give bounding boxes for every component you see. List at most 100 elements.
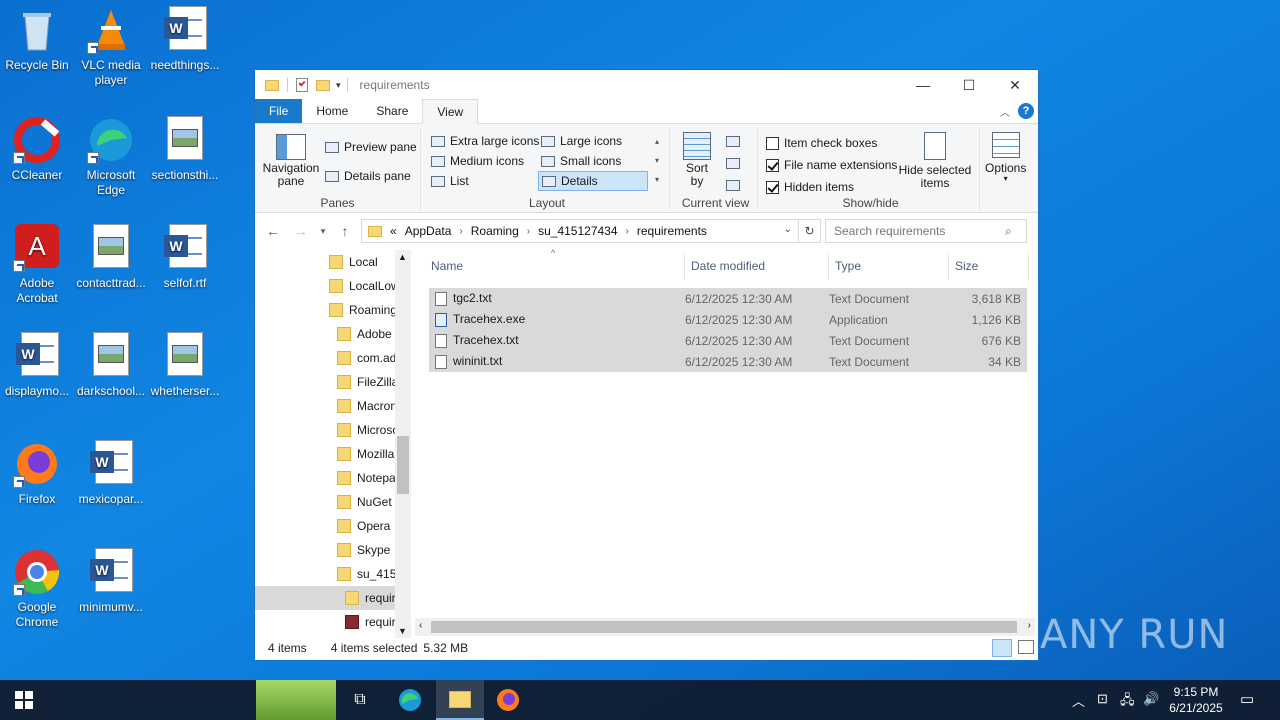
hide-selected-items-button[interactable]: Hide selected items [898,132,972,190]
breadcrumb-separator-icon[interactable]: › [527,226,530,237]
layout-scroll-icon[interactable]: ▴ ▾ ▾ [651,132,663,190]
adobe-acrobat-shortcut[interactable]: A Adobe Acrobat [0,218,74,306]
add-columns-icon[interactable] [726,158,740,169]
options-button[interactable]: Options ▾ [985,132,1026,183]
nav-item[interactable]: Opera [255,514,411,538]
layout-extra-large-icons[interactable]: Extra large icons [431,134,539,148]
file-row[interactable]: Tracehex.txt 6/12/2025 12:30 AM Text Doc… [429,330,1027,351]
nav-item[interactable]: LocalLow [255,274,411,298]
nav-item-selected[interactable]: requir [255,586,411,610]
item-check-boxes-toggle[interactable]: Item check boxes [766,136,877,150]
nav-item[interactable]: NuGet [255,490,411,514]
taskbar-firefox[interactable] [484,680,532,720]
tab-home[interactable]: Home [302,99,362,123]
preview-pane-button[interactable]: Preview pane [325,140,417,154]
nav-item[interactable]: Notepa [255,466,411,490]
group-by-icon[interactable] [726,136,740,147]
quick-access-dropdown-icon[interactable]: ▾ [336,80,341,91]
details-view-icon[interactable] [992,639,1012,657]
tab-share[interactable]: Share [362,99,422,123]
recent-locations-icon[interactable]: ▾ [315,226,331,237]
forward-button[interactable]: → [287,223,315,239]
breadcrumb-su-folder[interactable]: su_415127434 [538,224,617,238]
file-row[interactable]: Tracehex.exe 6/12/2025 12:30 AM Applicat… [429,309,1027,330]
ccleaner-shortcut[interactable]: CCleaner [0,110,74,183]
up-button[interactable]: ↑ [331,223,359,239]
breadcrumb-separator-icon[interactable]: › [459,226,462,237]
clock[interactable]: 9:15 PM 6/21/2025 [1166,684,1226,716]
breadcrumb-appdata[interactable]: AppData [405,224,452,238]
hidden-items-toggle[interactable]: Hidden items [766,180,854,194]
maximize-button[interactable]: ☐ [946,70,992,100]
scroll-down-icon[interactable]: ▼ [398,626,407,636]
hidden-items-checkbox[interactable] [766,180,779,194]
column-header-size[interactable]: Size [949,253,1029,279]
address-bar[interactable]: « AppData › Roaming › su_415127434 › req… [361,219,821,243]
show-hidden-icons-icon[interactable]: ︿ [1072,691,1085,710]
search-input[interactable]: Search requirements [825,219,1027,243]
horizontal-scroll-thumb[interactable] [431,621,1017,633]
microsoft-edge-shortcut[interactable]: Microsoft Edge [74,110,148,198]
nav-item[interactable]: Skype [255,538,411,562]
network-adapter-icon[interactable]: ⊡ [1097,691,1108,707]
navigation-pane-button[interactable]: Navigation pane [261,134,321,188]
contacttrad-file[interactable]: contacttrad... [74,218,148,291]
breadcrumb-separator-icon[interactable]: › [626,226,629,237]
properties-icon[interactable] [296,78,308,92]
minimize-button[interactable]: — [900,70,946,100]
close-button[interactable]: ✕ [992,70,1038,100]
tab-file[interactable]: File [255,99,303,123]
new-folder-icon[interactable] [316,79,330,91]
layout-details[interactable]: Details [538,171,648,191]
sort-by-button[interactable]: Sort by [682,132,712,188]
file-row[interactable]: wininit.txt 6/12/2025 12:30 AM Text Docu… [429,351,1027,372]
title-bar[interactable]: ▾ requirements — ☐ ✕ [255,70,1038,100]
nav-item[interactable]: com.ad [255,346,411,370]
collapse-ribbon-icon[interactable]: ︿ [1000,104,1010,119]
task-view-button[interactable]: ⧉ [336,680,384,720]
details-pane-button[interactable]: Details pane [325,169,411,183]
google-chrome-shortcut[interactable]: Google Chrome [0,542,74,630]
nav-item[interactable]: su_415 [255,562,411,586]
refresh-icon[interactable]: ↻ [798,220,820,242]
nav-item[interactable]: FileZilla [255,370,411,394]
network-icon[interactable]: 🖧 [1120,691,1135,713]
large-icons-view-icon[interactable] [1018,640,1034,654]
layout-medium-icons[interactable]: Medium icons [431,154,524,168]
nav-pane-scroll-thumb[interactable] [397,436,409,494]
address-dropdown-icon[interactable]: ⌄ [784,224,792,235]
file-list-horizontal-scrollbar[interactable]: ‹ › [415,618,1035,636]
file-name-extensions-checkbox[interactable] [766,158,779,172]
search-flowers-image[interactable] [256,680,336,720]
firefox-shortcut[interactable]: Firefox [0,434,74,507]
layout-large-icons[interactable]: Large icons [541,134,622,148]
nav-item[interactable]: Mozilla [255,442,411,466]
nav-item[interactable]: Roaming [255,298,411,322]
nav-item[interactable]: Adobe [255,322,411,346]
vlc-shortcut[interactable]: VLC media player [74,0,148,88]
selfof-file[interactable]: W selfof.rtf [148,218,222,291]
whetherser-file[interactable]: whetherser... [148,326,222,399]
breadcrumb-overflow[interactable]: « [390,224,397,238]
minimumv-file[interactable]: W minimumv... [74,542,148,615]
file-name-extensions-toggle[interactable]: File name extensions [766,158,897,172]
layout-small-icons[interactable]: Small icons [541,154,621,168]
mexicopar-file[interactable]: W mexicopar... [74,434,148,507]
layout-list[interactable]: List [431,174,469,188]
volume-icon[interactable]: 🔊 [1143,691,1159,707]
item-check-boxes-checkbox[interactable] [766,136,779,150]
size-columns-icon[interactable] [726,180,740,191]
nav-item[interactable]: Local [255,250,411,274]
scroll-up-icon[interactable]: ▲ [398,252,407,262]
sectionsthi-file[interactable]: sectionsthi... [148,110,222,183]
breadcrumb-requirements[interactable]: requirements [637,224,707,238]
column-header-type[interactable]: Type [829,253,949,279]
scroll-left-icon[interactable]: ‹ [419,620,422,631]
nav-item[interactable]: Macron [255,394,411,418]
back-button[interactable]: ← [259,223,287,239]
displaymo-file[interactable]: W displaymo... [0,326,74,399]
recycle-bin-shortcut[interactable]: Recycle Bin [0,0,74,73]
help-icon[interactable]: ? [1018,103,1034,119]
notifications-icon[interactable]: ▭ [1240,690,1254,708]
scroll-right-icon[interactable]: › [1028,620,1031,631]
